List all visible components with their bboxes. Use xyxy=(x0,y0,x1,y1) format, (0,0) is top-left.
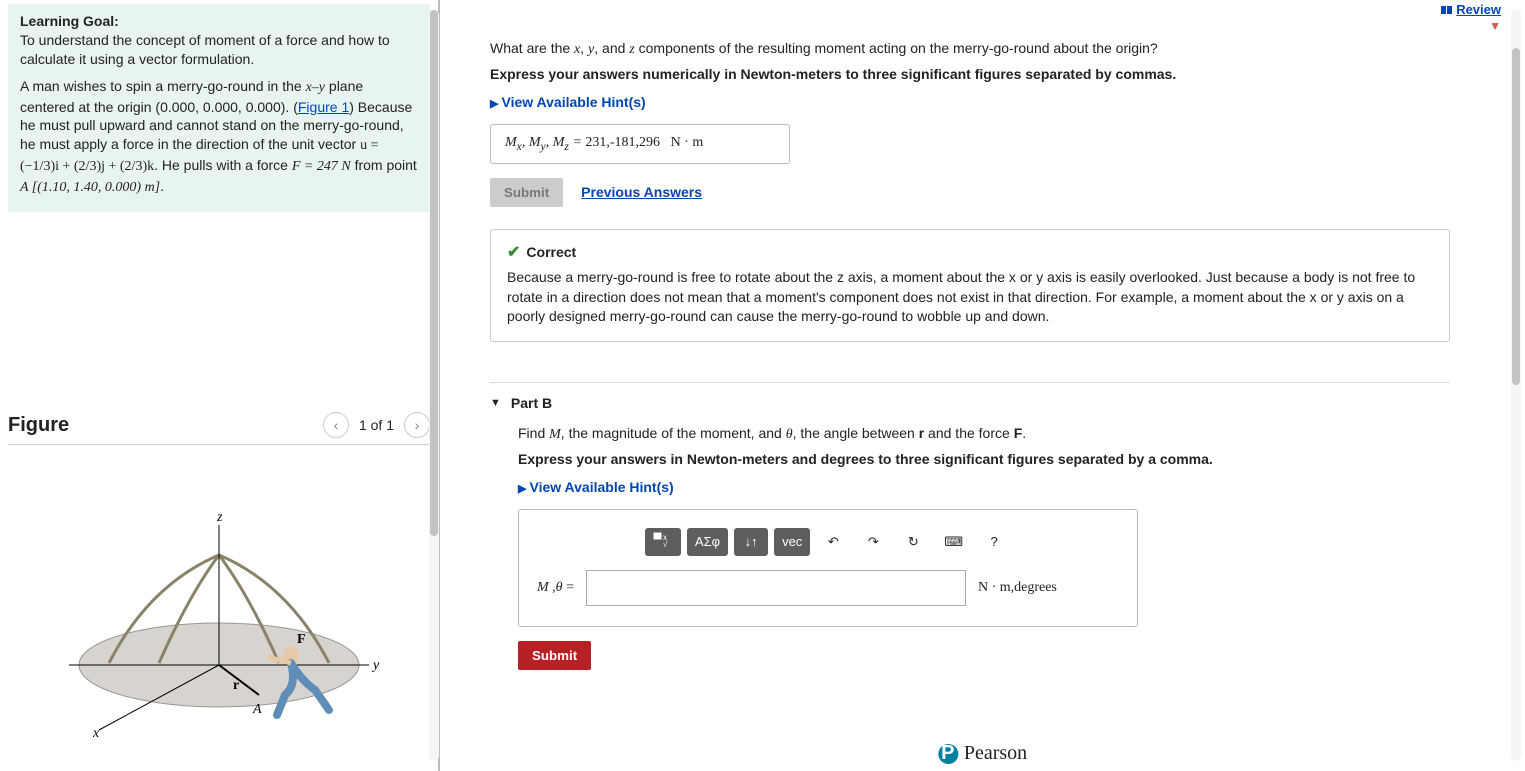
review-icon xyxy=(1441,6,1452,14)
partB-submit-button[interactable]: Submit xyxy=(518,641,591,670)
partB-header[interactable]: Part B xyxy=(490,382,1450,411)
partA-submit-button[interactable]: Submit xyxy=(490,178,563,207)
goal-text: To understand the concept of moment of a… xyxy=(20,32,390,67)
partA-question: What are the x, y, and z components of t… xyxy=(490,40,1450,58)
partA-submit-row: Submit Previous Answers xyxy=(490,178,1450,207)
toolbar-subscript-button[interactable]: ↓↑ xyxy=(734,528,768,556)
pearson-brand: P Pearson xyxy=(938,742,1027,765)
text: from point xyxy=(351,157,417,173)
partB-input-row: M ,θ = N · m,degrees xyxy=(537,570,1119,606)
answer-label: Mx, My, Mz = xyxy=(505,135,585,150)
correct-body: Because a merry-go-round is free to rota… xyxy=(507,269,1415,324)
review-link[interactable]: Review xyxy=(1441,2,1501,17)
right-pane: Review ▼ What are the x, y, and z compon… xyxy=(440,0,1525,771)
figure-pager-text: 1 of 1 xyxy=(359,417,394,433)
partA-instruction: Express your answers numerically in Newt… xyxy=(490,66,1450,82)
content: What are the x, y, and z components of t… xyxy=(490,40,1450,670)
text: What are the xyxy=(490,40,574,56)
partA-hints-toggle[interactable]: View Available Hint(s) xyxy=(490,94,1450,110)
figure-next-button[interactable]: › xyxy=(404,412,430,438)
equation-toolbar: x√ ΑΣφ ↓↑ vec ↶ ↷ ↻ ⌨ ? xyxy=(537,528,1119,556)
partB-question: Find M, the magnitude of the moment, and… xyxy=(518,425,1450,443)
figure-title: Figure xyxy=(8,414,69,437)
input-label: M ,θ = xyxy=(537,580,574,596)
correct-header: ✔ Correct xyxy=(507,242,1433,264)
chevron-down-icon[interactable]: ▼ xyxy=(1489,19,1501,33)
left-pane: Learning Goal: To understand the concept… xyxy=(0,0,440,771)
goal-title: Learning Goal: xyxy=(20,13,119,29)
partA-answer-display: Mx, My, Mz = 231,-181,296 N · m xyxy=(490,124,790,164)
toolbar-vec-button[interactable]: vec xyxy=(774,528,810,556)
partB-instruction: Express your answers in Newton-meters an… xyxy=(518,451,1450,467)
figure-header: Figure ‹ 1 of 1 › xyxy=(8,412,430,445)
pearson-logo-icon: P xyxy=(938,744,958,764)
toolbar-keyboard-button[interactable]: ⌨ xyxy=(936,528,971,556)
toolbar-redo-button[interactable]: ↷ xyxy=(856,528,890,556)
learning-goal-box: Learning Goal: To understand the concept… xyxy=(8,4,430,212)
axis-y-label: y xyxy=(371,658,380,673)
figure-pager: ‹ 1 of 1 › xyxy=(323,412,430,438)
toolbar-undo-button[interactable]: ↶ xyxy=(816,528,850,556)
scroll-thumb[interactable] xyxy=(1512,48,1520,386)
partB-units: N · m,degrees xyxy=(978,580,1057,596)
check-icon: ✔ xyxy=(507,242,520,264)
figure-prev-button[interactable]: ‹ xyxy=(323,412,349,438)
axis-z-label: z xyxy=(216,510,223,525)
partB-title: Part B xyxy=(511,395,552,411)
axis-x-label: x xyxy=(92,726,100,741)
partB-submit-row: Submit xyxy=(518,641,1450,670)
previous-answers-link[interactable]: Previous Answers xyxy=(581,184,702,200)
text: A man wishes to spin a merry-go-round in… xyxy=(20,78,306,94)
pearson-label: Pearson xyxy=(964,742,1027,765)
point-A-label: A xyxy=(252,702,262,717)
partA-answer-units: N · m xyxy=(671,135,704,150)
partB-hints-toggle[interactable]: View Available Hint(s) xyxy=(518,479,1450,495)
origin-coords: (0.000, 0.000, 0.000) xyxy=(155,99,285,115)
figure-link[interactable]: Figure 1 xyxy=(298,99,349,115)
force-F-label: F xyxy=(297,632,306,647)
text: . He pulls with a force xyxy=(154,157,292,173)
top-bar: Review ▼ xyxy=(1441,2,1501,33)
partB-answer-input[interactable] xyxy=(586,570,966,606)
toolbar-greek-button[interactable]: ΑΣφ xyxy=(687,528,728,556)
review-label: Review xyxy=(1456,2,1501,17)
point-A: A [(1.10, 1.40, 0.000) m] xyxy=(20,180,160,195)
figure-image: z y x A F r xyxy=(8,475,430,755)
scroll-thumb[interactable] xyxy=(430,10,438,536)
problem-statement: A man wishes to spin a merry-go-round in… xyxy=(20,77,418,198)
partB-body: Find M, the magnitude of the moment, and… xyxy=(518,425,1450,670)
right-scrollbar[interactable] xyxy=(1511,10,1521,761)
partA-feedback: ✔ Correct Because a merry-go-round is fr… xyxy=(490,229,1450,342)
correct-title: Correct xyxy=(526,243,576,263)
left-scrollbar[interactable] xyxy=(429,10,439,761)
toolbar-template-button[interactable]: x√ xyxy=(645,528,681,556)
vector-r-label: r xyxy=(233,678,239,693)
partA-answer-value: 231,-181,296 xyxy=(585,135,660,150)
partB-answer-box: x√ ΑΣφ ↓↑ vec ↶ ↷ ↻ ⌨ ? M ,θ = N xyxy=(518,509,1138,627)
text: components of the resulting moment actin… xyxy=(635,40,1158,56)
svg-text:√: √ xyxy=(663,540,668,548)
toolbar-help-button[interactable]: ? xyxy=(977,528,1011,556)
force-value: F = 247 N xyxy=(292,159,351,174)
toolbar-reset-button[interactable]: ↻ xyxy=(896,528,930,556)
